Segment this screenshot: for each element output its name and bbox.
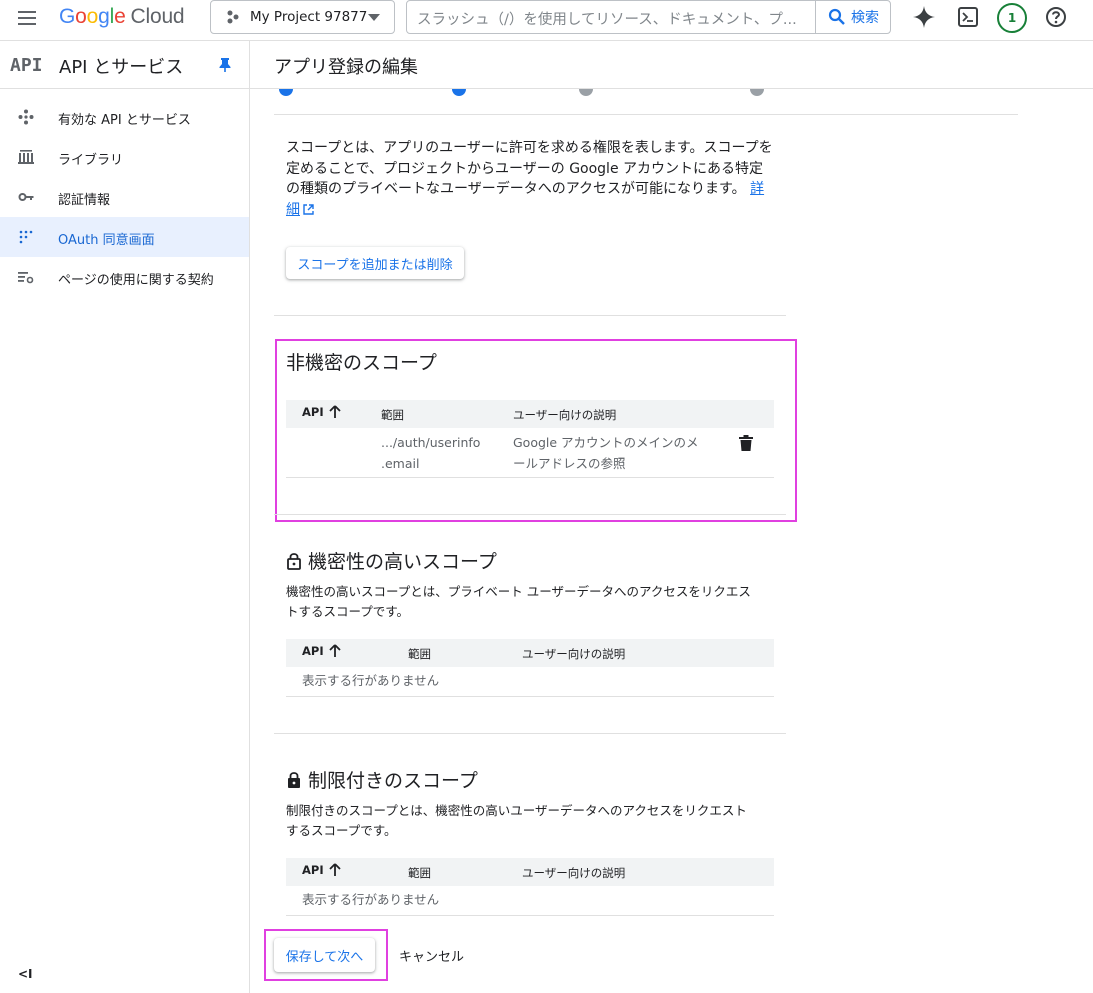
- page-usage-icon: [18, 272, 34, 284]
- sort-arrow-up-icon: [328, 863, 341, 876]
- column-header-description: ユーザー向けの説明: [522, 647, 626, 661]
- top-bar: Google Cloud My Project 97877 スラッシュ（/）を使用…: [0, 0, 1093, 41]
- sidebar-item-oauth-consent[interactable]: OAuth 同意画面: [0, 217, 249, 257]
- lock-open-icon: [287, 552, 301, 570]
- sensitive-scopes-description: 機密性の高いスコープとは、プライベート ユーザーデータへのアクセスをリクエス トす…: [286, 584, 751, 619]
- project-picker[interactable]: My Project 97877: [210, 0, 395, 34]
- help-button[interactable]: [1045, 6, 1067, 28]
- cancel-button[interactable]: キャンセル: [399, 946, 464, 965]
- search-button-label: 検索: [851, 10, 879, 26]
- page-title: アプリ登録の編集: [274, 57, 418, 78]
- scopes-intro: スコープとは、アプリのユーザーに許可を求める権限を表します。スコープを定めること…: [286, 138, 776, 220]
- row-divider: [286, 477, 774, 478]
- sensitive-scopes-title: 機密性の高いスコープ: [286, 547, 497, 574]
- trash-icon: [739, 435, 753, 451]
- project-icon: [227, 10, 239, 24]
- non-sensitive-scopes-title: 非機密のスコープ: [286, 352, 437, 374]
- empty-table-message: 表示する行がありません: [302, 673, 440, 688]
- sidebar: API API とサービス 有効な API とサービス ライブラリ 認証情報 O…: [0, 41, 250, 993]
- column-header-api[interactable]: API: [302, 863, 341, 877]
- sidebar-item-label: ページの使用に関する契約: [58, 273, 214, 288]
- search-input[interactable]: スラッシュ（/）を使用してリソース、ドキュメント、プ...: [417, 8, 813, 28]
- pin-button[interactable]: [218, 57, 232, 73]
- hamburger-icon: [18, 11, 36, 25]
- sidebar-item-page-usage[interactable]: ページの使用に関する契約: [0, 257, 249, 297]
- collapse-sidebar-button[interactable]: <I: [18, 967, 33, 981]
- main-menu-button[interactable]: [16, 7, 42, 29]
- oauth-consent-icon: [19, 230, 33, 244]
- scope-cell: .../auth/userinfo .email: [381, 435, 481, 471]
- project-name: My Project 97877: [250, 9, 368, 25]
- external-link-icon: [303, 203, 314, 215]
- save-and-continue-button[interactable]: 保存して次へ: [274, 938, 375, 972]
- key-icon: [18, 193, 34, 201]
- sensitive-table-header: API 範囲 ユーザー向けの説明: [286, 639, 774, 667]
- restricted-table-header: API 範囲 ユーザー向けの説明: [286, 858, 774, 886]
- column-header-description: ユーザー向けの説明: [522, 866, 626, 880]
- divider: [274, 315, 786, 316]
- help-icon: [1046, 7, 1066, 27]
- divider: [274, 514, 786, 515]
- sidebar-item-library[interactable]: ライブラリ: [0, 137, 249, 177]
- sidebar-header: API API とサービス: [0, 41, 249, 89]
- column-header-api[interactable]: API: [302, 644, 341, 658]
- gemini-sparkle-icon: [913, 6, 935, 28]
- scopes-intro-text: スコープとは、アプリのユーザーに許可を求める権限を表します。スコープを定めること…: [286, 140, 773, 197]
- delete-scope-button[interactable]: [739, 435, 753, 451]
- sidebar-item-label: OAuth 同意画面: [58, 233, 155, 248]
- sidebar-title: API とサービス: [59, 57, 184, 78]
- search-box: スラッシュ（/）を使用してリソース、ドキュメント、プ... 検索: [406, 0, 891, 34]
- sort-arrow-up-icon: [328, 405, 341, 418]
- gemini-button[interactable]: [912, 5, 936, 29]
- api-logo: API: [10, 55, 43, 76]
- caret-down-icon: [368, 14, 380, 21]
- cloud-shell-button[interactable]: [957, 6, 979, 28]
- sidebar-item-credentials[interactable]: 認証情報: [0, 177, 249, 217]
- column-header-scope: 範囲: [381, 408, 404, 422]
- divider: [274, 114, 1018, 115]
- search-icon: [828, 8, 845, 25]
- restricted-scopes-title: 制限付きのスコープ: [286, 766, 478, 793]
- search-button[interactable]: 検索: [815, 1, 891, 33]
- row-divider: [286, 915, 774, 916]
- sidebar-item-label: ライブラリ: [58, 153, 124, 168]
- row-divider: [286, 696, 774, 697]
- add-remove-scopes-button[interactable]: スコープを追加または削除: [286, 247, 464, 279]
- lock-icon: [288, 771, 300, 788]
- page-header: アプリ登録の編集: [250, 41, 1093, 89]
- pin-icon: [219, 58, 231, 72]
- library-icon: [18, 150, 34, 164]
- description-cell: Google アカウントのメインのメ ールアドレスの参照: [513, 435, 699, 471]
- divider: [274, 733, 786, 734]
- notification-badge[interactable]: 1: [997, 3, 1027, 33]
- empty-table-message: 表示する行がありません: [302, 892, 440, 907]
- sidebar-item-enabled-apis[interactable]: 有効な API とサービス: [0, 97, 249, 137]
- column-header-api[interactable]: API: [302, 405, 341, 419]
- restricted-scopes-description: 制限付きのスコープとは、機密性の高いユーザーデータへのアクセスをリクエスト するス…: [286, 803, 747, 838]
- sidebar-item-label: 認証情報: [58, 193, 111, 208]
- google-cloud-logo[interactable]: Google Cloud: [59, 5, 185, 29]
- column-header-description: ユーザー向けの説明: [513, 408, 617, 422]
- terminal-icon: [958, 7, 978, 27]
- sidebar-item-label: 有効な API とサービス: [58, 113, 191, 128]
- column-header-scope: 範囲: [408, 866, 431, 880]
- column-header-scope: 範囲: [408, 647, 431, 661]
- non-sensitive-table-header: API 範囲 ユーザー向けの説明: [286, 400, 774, 428]
- enabled-apis-icon: [18, 109, 34, 125]
- sort-arrow-up-icon: [328, 644, 341, 657]
